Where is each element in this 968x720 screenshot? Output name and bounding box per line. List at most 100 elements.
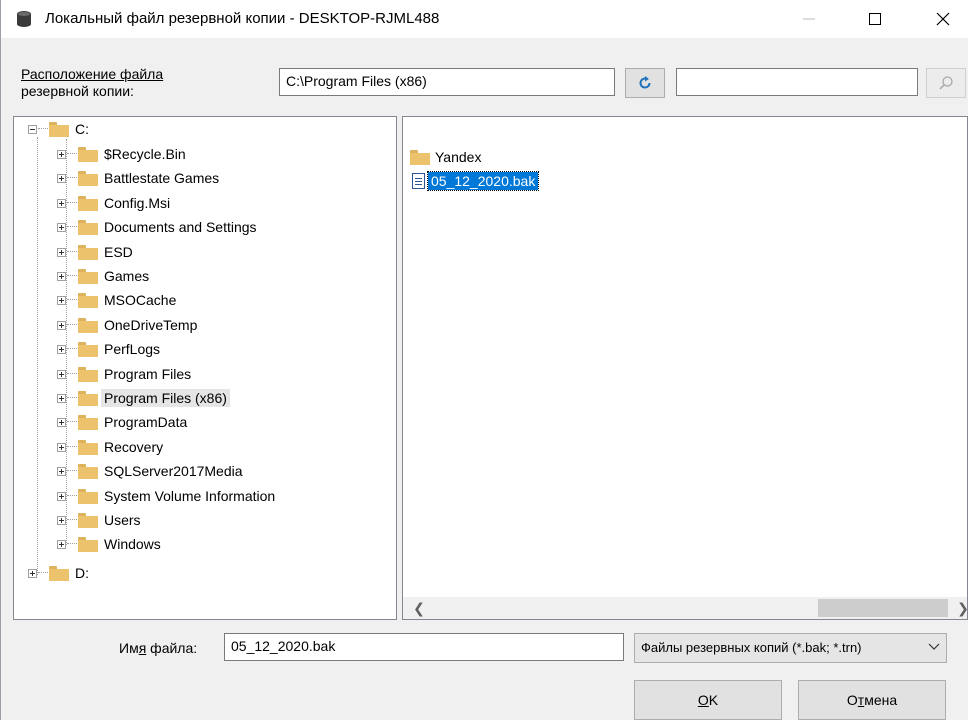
ok-label-accelerator: O: [697, 692, 709, 708]
folder-icon: [78, 414, 98, 430]
folder-icon: [78, 463, 98, 479]
tree-item[interactable]: Battlestate Games: [57, 167, 222, 189]
expand-icon[interactable]: [57, 173, 66, 183]
expand-icon[interactable]: [28, 568, 37, 578]
expand-icon[interactable]: [57, 344, 66, 354]
folder-icon: [78, 390, 98, 406]
folder-icon: [78, 219, 98, 235]
tree-item[interactable]: ProgramData: [57, 411, 190, 433]
horizontal-scrollbar[interactable]: ❮ ❯: [403, 597, 967, 619]
close-button[interactable]: [920, 0, 966, 38]
folder-icon: [78, 341, 98, 357]
tree-item[interactable]: Program Files (x86): [57, 387, 230, 409]
file-type-select[interactable]: Файлы резервных копий (*.bak; *.trn): [634, 633, 947, 663]
tree-connector: [67, 251, 77, 253]
expand-icon[interactable]: [57, 271, 66, 281]
folder-tree[interactable]: C: $Recycle.Bin Battlestate Games Config.M…: [13, 116, 397, 620]
tree-item[interactable]: Program Files: [57, 363, 194, 385]
list-item-label: Yandex: [435, 149, 482, 165]
tree-item[interactable]: ESD: [57, 241, 136, 263]
tree-item-label: D:: [75, 565, 89, 581]
folder-icon: [78, 292, 98, 308]
expand-icon[interactable]: [57, 442, 66, 452]
tree-item-label: C:: [75, 121, 89, 137]
tree-item[interactable]: Users: [57, 509, 144, 531]
tree-item[interactable]: Documents and Settings: [57, 216, 260, 238]
tree-item[interactable]: OneDriveTemp: [57, 314, 200, 336]
expand-icon[interactable]: [57, 491, 66, 501]
folder-icon: [78, 195, 98, 211]
expand-icon[interactable]: [57, 393, 66, 403]
backup-location-label-line1: Расположение файла: [21, 66, 164, 82]
location-path-input[interactable]: C:\Program Files (x86): [279, 68, 615, 96]
filename-label-part: Им: [119, 640, 139, 656]
expand-icon[interactable]: [57, 369, 66, 379]
tree-item[interactable]: Config.Msi: [57, 192, 173, 214]
tree-item-c-drive[interactable]: C:: [28, 118, 92, 140]
tree-guide-line: [37, 137, 38, 575]
expand-icon[interactable]: [57, 539, 66, 549]
expand-icon[interactable]: [57, 198, 66, 208]
expand-icon[interactable]: [57, 466, 66, 476]
folder-icon: [78, 439, 98, 455]
file-list[interactable]: Yandex 05_12_2020.bak ❮ ❯: [402, 116, 968, 620]
folder-icon: [78, 488, 98, 504]
tree-item[interactable]: $Recycle.Bin: [57, 143, 189, 165]
scroll-right-icon[interactable]: ❯: [955, 600, 967, 616]
scroll-left-icon[interactable]: ❮: [411, 600, 427, 616]
folder-icon: [49, 121, 69, 137]
tree-connector: [67, 373, 77, 375]
collapse-icon[interactable]: [28, 124, 37, 134]
filename-input[interactable]: 05_12_2020.bak: [224, 633, 624, 661]
folder-icon: [78, 268, 98, 284]
search-input[interactable]: [676, 68, 918, 96]
tree-item[interactable]: MSOCache: [57, 289, 179, 311]
tree-item-d-drive[interactable]: D:: [28, 562, 92, 584]
folder-icon: [78, 170, 98, 186]
folder-icon: [49, 565, 69, 581]
list-item-yandex[interactable]: Yandex: [410, 147, 484, 167]
cancel-label: мена: [864, 692, 898, 708]
expand-icon[interactable]: [57, 320, 66, 330]
window-title: Локальный файл резервной копии - DESKTOP…: [45, 10, 440, 27]
expand-icon[interactable]: [57, 149, 66, 159]
backup-location-label-line2: резервной копии:: [21, 83, 134, 99]
tree-item[interactable]: Recovery: [57, 436, 166, 458]
tree-item[interactable]: Windows: [57, 533, 164, 555]
ok-label: K: [708, 692, 719, 708]
list-item-backup-file[interactable]: 05_12_2020.bak: [412, 171, 540, 191]
search-button[interactable]: [926, 68, 966, 98]
tree-item[interactable]: SQLServer2017Media: [57, 460, 246, 482]
refresh-button[interactable]: [625, 68, 665, 98]
tree-item[interactable]: Games: [57, 265, 152, 287]
tree-connector: [38, 572, 48, 574]
maximize-icon: [869, 13, 881, 25]
expand-icon[interactable]: [57, 417, 66, 427]
tree-item-label: Battlestate Games: [104, 170, 220, 186]
tree-connector: [38, 128, 48, 130]
tree-item-label: Windows: [104, 536, 161, 552]
tree-item-label: OneDriveTemp: [104, 317, 198, 333]
tree-connector: [67, 348, 77, 350]
maximize-button[interactable]: [852, 0, 898, 38]
tree-item[interactable]: System Volume Information: [57, 485, 278, 507]
cancel-button[interactable]: От мена: [798, 680, 946, 720]
expand-icon[interactable]: [57, 222, 66, 232]
expand-icon[interactable]: [57, 247, 66, 257]
database-icon: [17, 11, 31, 27]
minimize-icon: [803, 18, 815, 20]
expand-icon[interactable]: [57, 515, 66, 525]
ok-button[interactable]: OK: [634, 680, 782, 720]
tree-item-label: MSOCache: [104, 292, 177, 308]
minimize-button[interactable]: [786, 0, 832, 38]
tree-item-label: Documents and Settings: [104, 219, 257, 235]
scrollbar-thumb[interactable]: [818, 599, 948, 617]
chevron-down-icon: [924, 640, 940, 652]
tree-item-label: Games: [104, 268, 150, 284]
folder-icon: [78, 317, 98, 333]
expand-icon[interactable]: [57, 295, 66, 305]
tree-connector: [67, 421, 77, 423]
tree-item[interactable]: PerfLogs: [57, 338, 163, 360]
tree-connector: [67, 275, 77, 277]
tree-connector: [67, 177, 77, 179]
